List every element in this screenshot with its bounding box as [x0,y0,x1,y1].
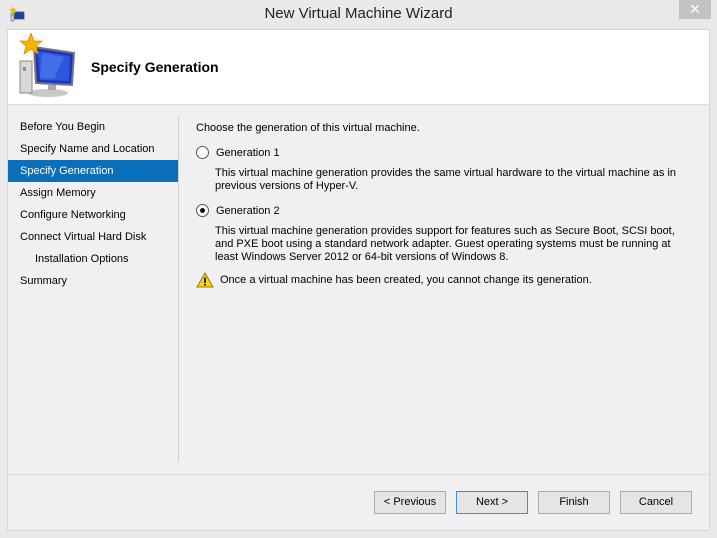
finish-button[interactable]: Finish [538,491,610,514]
wizard-client-area: Specify Generation Before You Begin Spec… [7,29,710,531]
sidebar-divider [178,116,179,462]
page-title: Specify Generation [91,59,219,75]
wizard-header: Specify Generation [8,30,709,105]
nav-item-assign-memory[interactable]: Assign Memory [8,182,179,204]
wizard-steps-nav: Before You Begin Specify Name and Locati… [8,116,179,292]
intro-text: Choose the generation of this virtual ma… [196,122,420,134]
next-button[interactable]: Next > [456,491,528,514]
generation-2-radio-option[interactable]: Generation 2 [196,204,280,217]
generation-1-description: This virtual machine generation provides… [215,167,677,192]
nav-item-installation-options[interactable]: Installation Options [8,248,179,270]
nav-item-specify-generation[interactable]: Specify Generation [8,160,179,182]
warning-icon [196,272,214,288]
generation-warning: Once a virtual machine has been created,… [196,272,592,288]
previous-button[interactable]: < Previous [374,491,446,514]
generation-1-radio[interactable] [196,146,209,159]
footer-divider [8,474,709,475]
generation-1-label: Generation 1 [216,146,280,159]
warning-text: Once a virtual machine has been created,… [220,274,592,286]
close-icon: ✕ [689,1,701,17]
title-bar: New Virtual Machine Wizard ✕ [0,0,717,29]
nav-item-before-you-begin[interactable]: Before You Begin [8,116,179,138]
generation-2-description: This virtual machine generation provides… [215,225,675,263]
nav-item-configure-networking[interactable]: Configure Networking [8,204,179,226]
nav-item-connect-virtual-hard-disk[interactable]: Connect Virtual Hard Disk [8,226,179,248]
generation-2-label: Generation 2 [216,204,280,217]
nav-item-specify-name-location[interactable]: Specify Name and Location [8,138,179,160]
close-button[interactable]: ✕ [679,0,711,19]
cancel-button[interactable]: Cancel [620,491,692,514]
generation-1-radio-option[interactable]: Generation 1 [196,146,280,159]
window-title: New Virtual Machine Wizard [264,5,453,22]
virtual-machine-icon [18,33,76,97]
nav-item-summary[interactable]: Summary [8,270,179,292]
generation-2-radio[interactable] [196,204,209,217]
